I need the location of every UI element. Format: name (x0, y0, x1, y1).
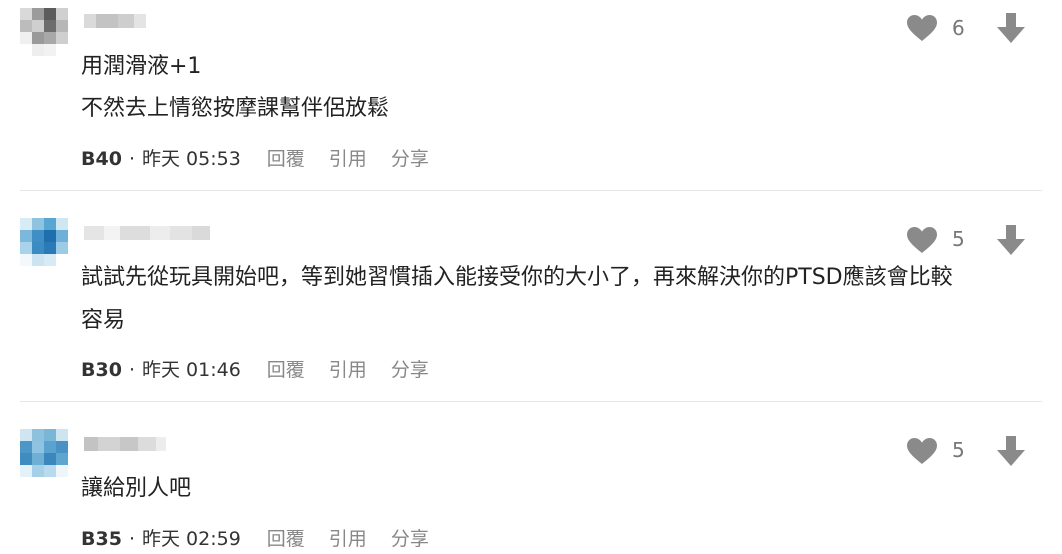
comment-item: 讓給別人吧 B35 · 昨天 02:59 回覆 引用 分享 5 (0, 0, 1062, 554)
like-button[interactable] (906, 437, 938, 465)
heart-icon (907, 438, 937, 464)
share-button[interactable]: 分享 (391, 527, 429, 551)
comment-time: 昨天 02:59 (141, 528, 241, 550)
comment-meta: B35 · 昨天 02:59 回覆 引用 分享 (81, 527, 429, 551)
quote-button[interactable]: 引用 (329, 527, 367, 551)
arrow-down-icon (997, 436, 1025, 466)
meta-separator: · (128, 528, 135, 550)
dislike-button[interactable] (997, 436, 1025, 466)
like-count: 5 (952, 438, 965, 462)
avatar[interactable] (20, 429, 68, 477)
floor-number: B35 (81, 528, 122, 550)
username-blurred[interactable] (84, 437, 166, 451)
reply-button[interactable]: 回覆 (267, 527, 305, 551)
comment-text-line: 讓給別人吧 (81, 476, 192, 501)
